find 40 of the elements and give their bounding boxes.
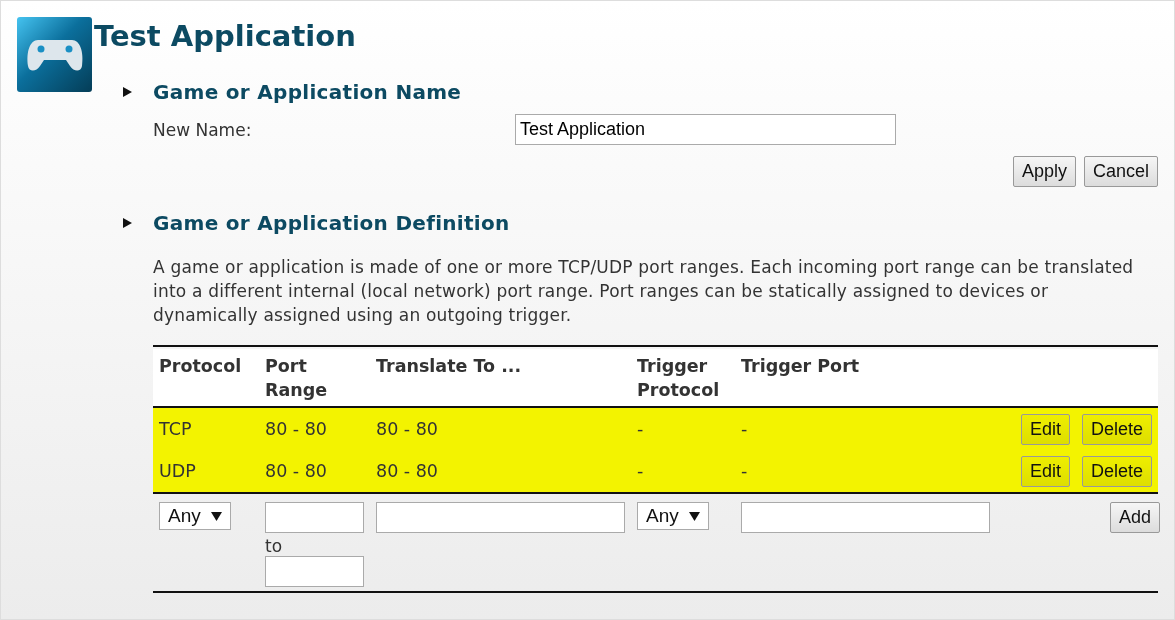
table-cell-text: TCP xyxy=(159,419,193,439)
section-heading: Game or Application Definition xyxy=(153,211,510,235)
table-cell-text: - xyxy=(741,461,749,481)
column-header: Translate To ... xyxy=(376,355,523,378)
edit-button[interactable]: Edit xyxy=(1020,455,1070,487)
translate-input[interactable] xyxy=(376,502,625,533)
expand-arrow-icon xyxy=(121,86,133,98)
add-button[interactable]: Add xyxy=(1109,502,1160,533)
range-separator-text: to xyxy=(265,536,284,556)
gamepad-icon xyxy=(25,37,84,72)
table-cell-text: 80 - 80 xyxy=(265,461,328,481)
expand-arrow-icon xyxy=(121,217,133,229)
page-title: Test Application xyxy=(94,19,356,53)
edit-button[interactable]: Edit xyxy=(1020,413,1070,445)
column-header: Trigger Port xyxy=(741,355,861,378)
name-input[interactable]: Test Application xyxy=(515,114,896,145)
caret-icon xyxy=(210,511,222,521)
table-cell-text: UDP xyxy=(159,461,197,481)
column-header: Protocol xyxy=(159,355,243,378)
port-start-input[interactable] xyxy=(265,502,364,533)
table-cell-text: - xyxy=(637,461,645,481)
table-cell-text: 80 - 80 xyxy=(376,419,439,439)
delete-button[interactable]: Delete xyxy=(1081,455,1152,487)
trigger-protocol-dropdown[interactable]: Any xyxy=(637,502,709,530)
table-cell-text: 80 - 80 xyxy=(376,461,439,481)
table-cell-text: 80 - 80 xyxy=(265,419,328,439)
trigger-port-input[interactable] xyxy=(741,502,990,533)
section-heading: Game or Application Name xyxy=(153,80,462,104)
column-header: Trigger Protocol xyxy=(637,355,720,402)
table-cell-text: - xyxy=(637,419,645,439)
description-text: A game or application is made of one or more TCP/UDP port ranges. Each incoming port range can be translated into a different internal (local network) port range. Port ranges can be statically assigned to devices or dynamically assigned using an outgoing trigger. xyxy=(153,256,1135,327)
table-cell-text: - xyxy=(741,419,749,439)
port-end-input[interactable] xyxy=(265,556,364,587)
column-header: Port Range xyxy=(265,355,328,402)
caret-icon xyxy=(688,511,700,521)
field-label: New Name: xyxy=(153,119,253,140)
cancel-button[interactable]: Cancel xyxy=(1083,156,1158,187)
apply-button[interactable]: Apply xyxy=(1012,156,1076,187)
delete-button[interactable]: Delete xyxy=(1081,413,1152,445)
protocol-dropdown[interactable]: Any xyxy=(159,502,231,530)
